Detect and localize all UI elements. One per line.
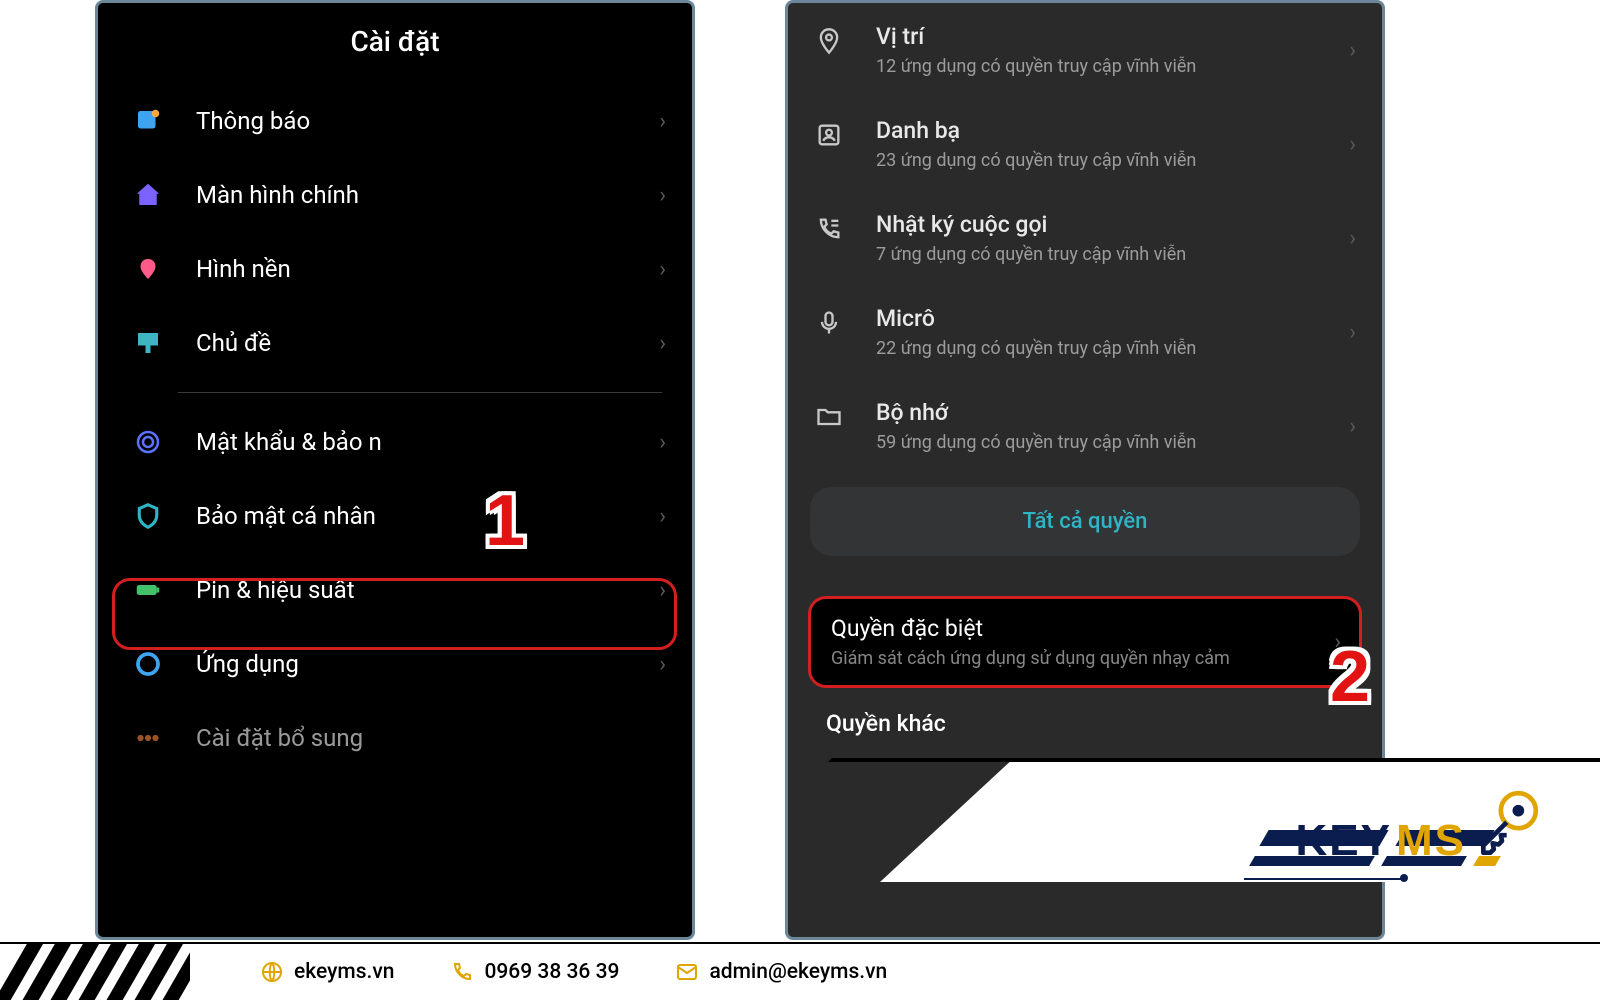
row-label: Màn hình chính xyxy=(196,181,659,209)
footer-website-text: ekeyms.vn xyxy=(294,960,394,984)
phone-log-icon xyxy=(808,211,850,243)
footer-email[interactable]: admin@ekeyms.vn xyxy=(675,960,887,984)
chevron-right-icon: › xyxy=(659,109,666,134)
callout-1: 1 xyxy=(485,480,525,562)
all-permissions-button[interactable]: Tất cả quyền xyxy=(810,487,1360,556)
row-label: Hình nền xyxy=(196,255,659,283)
other-permissions-row[interactable]: Quyền khác xyxy=(826,710,1382,737)
home-icon xyxy=(128,180,168,210)
chevron-right-icon: › xyxy=(1349,414,1356,439)
settings-row-wallpaper[interactable]: Hình nền › xyxy=(98,232,692,306)
perm-subtitle: 59 ứng dụng có quyền truy cập vĩnh viễn xyxy=(876,432,1349,453)
callout-2: 2 xyxy=(1330,636,1370,718)
perm-title: Vị trí xyxy=(876,23,1349,50)
chevron-right-icon: › xyxy=(659,652,666,677)
row-label: Thông báo xyxy=(196,107,659,135)
settings-row-password[interactable]: Mật khẩu & bảo n › xyxy=(98,405,692,479)
settings-row-battery[interactable]: Pin & hiệu suất › xyxy=(98,553,692,627)
perm-subtitle: 22 ứng dụng có quyền truy cập vĩnh viễn xyxy=(876,338,1349,359)
more-icon xyxy=(128,723,168,753)
chevron-right-icon: › xyxy=(1349,226,1356,251)
brand-logo: KEYMS xyxy=(1296,785,1544,866)
perm-title: Danh bạ xyxy=(876,117,1349,144)
settings-row-apps[interactable]: Ứng dụng › xyxy=(98,627,692,701)
divider xyxy=(178,392,662,393)
chevron-right-icon: › xyxy=(1349,320,1356,345)
battery-icon xyxy=(128,575,168,605)
chevron-right-icon: › xyxy=(659,331,666,356)
settings-row-privacy[interactable]: Bảo mật cá nhân › xyxy=(98,479,692,553)
location-icon xyxy=(808,23,850,55)
settings-row-notifications[interactable]: Thông báo › xyxy=(98,84,692,158)
row-label: Ứng dụng xyxy=(196,650,659,678)
perm-title: Micrô xyxy=(876,305,1349,332)
special-subtitle: Giám sát cách ứng dụng sử dụng quyền nhạ… xyxy=(831,648,1339,669)
settings-screen-left: Cài đặt Thông báo › Màn hình chính › Hìn… xyxy=(95,0,695,940)
theme-icon xyxy=(128,328,168,358)
folder-icon xyxy=(808,399,850,431)
perm-subtitle: 23 ứng dụng có quyền truy cập vĩnh viễn xyxy=(876,150,1349,171)
footer-bar: ekeyms.vn 0969 38 36 39 admin@ekeyms.vn xyxy=(0,942,1600,1000)
perm-title: Bộ nhớ xyxy=(876,399,1349,426)
perm-row-mic[interactable]: Micrô 22 ứng dụng có quyền truy cập vĩnh … xyxy=(788,285,1382,379)
special-title: Quyền đặc biệt xyxy=(831,615,1339,642)
perm-subtitle: 7 ứng dụng có quyền truy cập vĩnh viễn xyxy=(876,244,1349,265)
contacts-icon xyxy=(808,117,850,149)
row-label: Mật khẩu & bảo n xyxy=(196,428,659,456)
settings-row-theme[interactable]: Chủ đề › xyxy=(98,306,692,380)
chevron-right-icon: › xyxy=(1349,132,1356,157)
mail-icon xyxy=(675,960,699,984)
footer-phone-text: 0969 38 36 39 xyxy=(484,960,619,984)
notification-icon xyxy=(128,106,168,136)
gear-icon xyxy=(128,649,168,679)
footer-phone[interactable]: 0969 38 36 39 xyxy=(450,960,619,984)
wallpaper-icon xyxy=(128,254,168,284)
chevron-right-icon: › xyxy=(1349,38,1356,63)
perm-row-contacts[interactable]: Danh bạ 23 ứng dụng có quyền truy cập vĩn… xyxy=(788,97,1382,191)
phone-icon xyxy=(450,960,474,984)
globe-icon xyxy=(260,960,284,984)
row-label: Chủ đề xyxy=(196,329,659,357)
row-label: Cài đặt bổ sung xyxy=(196,724,666,752)
shield-icon xyxy=(128,501,168,531)
row-label: Bảo mật cá nhân xyxy=(196,502,659,530)
chevron-right-icon: › xyxy=(659,257,666,282)
perm-title: Nhật ký cuộc gọi xyxy=(876,211,1349,238)
row-label: Pin & hiệu suất xyxy=(196,576,659,604)
chevron-right-icon: › xyxy=(659,430,666,455)
brand-ms: MS xyxy=(1396,816,1466,866)
settings-row-additional[interactable]: Cài đặt bổ sung xyxy=(98,701,692,753)
perm-row-calllog[interactable]: Nhật ký cuộc gọi 7 ứng dụng có quyền truy… xyxy=(788,191,1382,285)
microphone-icon xyxy=(808,305,850,337)
footer-hatch xyxy=(0,942,190,1000)
brand-key: KEY xyxy=(1296,816,1392,866)
fingerprint-icon xyxy=(128,427,168,457)
perm-row-location[interactable]: Vị trí 12 ứng dụng có quyền truy cập vĩnh… xyxy=(788,3,1382,97)
perm-row-storage[interactable]: Bộ nhớ 59 ứng dụng có quyền truy cập vĩnh… xyxy=(788,379,1382,473)
key-icon xyxy=(1474,785,1544,855)
footer-email-text: admin@ekeyms.vn xyxy=(709,960,887,984)
page-title: Cài đặt xyxy=(98,3,692,84)
footer-website[interactable]: ekeyms.vn xyxy=(260,960,394,984)
chevron-right-icon: › xyxy=(659,183,666,208)
settings-row-home-screen[interactable]: Màn hình chính › xyxy=(98,158,692,232)
chevron-right-icon: › xyxy=(659,504,666,529)
perm-subtitle: 12 ứng dụng có quyền truy cập vĩnh viễn xyxy=(876,56,1349,77)
special-permissions-row[interactable]: Quyền đặc biệt Giám sát cách ứng dụng sử… xyxy=(808,596,1362,688)
chevron-right-icon: › xyxy=(659,578,666,603)
